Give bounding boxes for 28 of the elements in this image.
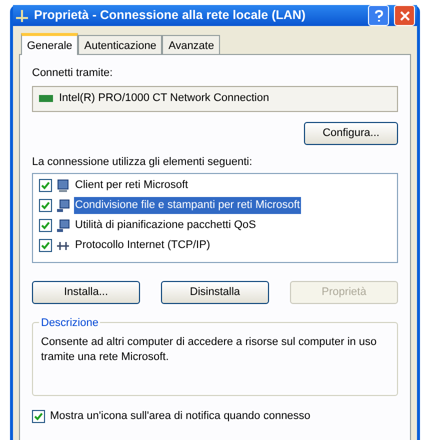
network-computer-icon (56, 198, 70, 212)
list-item[interactable]: Client per reti Microsoft (74, 177, 190, 194)
list-item[interactable]: Condivisione file e stampanti per reti Microsoft (74, 197, 301, 214)
help-button[interactable] (368, 5, 389, 26)
close-button[interactable] (394, 5, 415, 26)
tab[interactable]: Autenticazione (78, 35, 162, 54)
field-label: La connessione utilizza gli elementi seguenti: (32, 154, 254, 170)
computer-icon (56, 178, 70, 192)
dialog-button[interactable]: Configura... (304, 122, 398, 144)
network-computer-icon (56, 218, 70, 232)
list-item[interactable]: Protocollo Internet (TCP/IP) (74, 237, 212, 254)
list-item[interactable]: Utilità di pianificazione pacchetti QoS (74, 217, 257, 234)
checkbox[interactable] (39, 199, 52, 212)
window-title: Proprietà - Connessione alla rete locale (LAN) (34, 7, 307, 24)
checkbox[interactable] (39, 179, 52, 192)
dialog-button[interactable]: Installa... (32, 281, 140, 304)
question-mark-icon (374, 10, 384, 22)
checkbox[interactable] (32, 410, 45, 423)
checkbox-label: Mostra un'icona sull'area di notifica quando connesso (50, 409, 310, 424)
checkbox[interactable] (39, 239, 52, 252)
description-text: Consente ad altri computer di accedere a risorse sul computer in uso tramite una rete Microsoft. (41, 335, 378, 365)
adapter-name: Intel(R) PRO/1000 CT Network Connection (59, 91, 270, 106)
tab[interactable]: Avanzate (162, 35, 220, 54)
tab[interactable]: Generale (21, 33, 78, 55)
dialog-button[interactable]: Disinstalla (161, 281, 269, 304)
close-icon (400, 10, 410, 20)
field-label: Connetti tramite: (32, 66, 114, 81)
checkbox[interactable] (39, 219, 52, 232)
